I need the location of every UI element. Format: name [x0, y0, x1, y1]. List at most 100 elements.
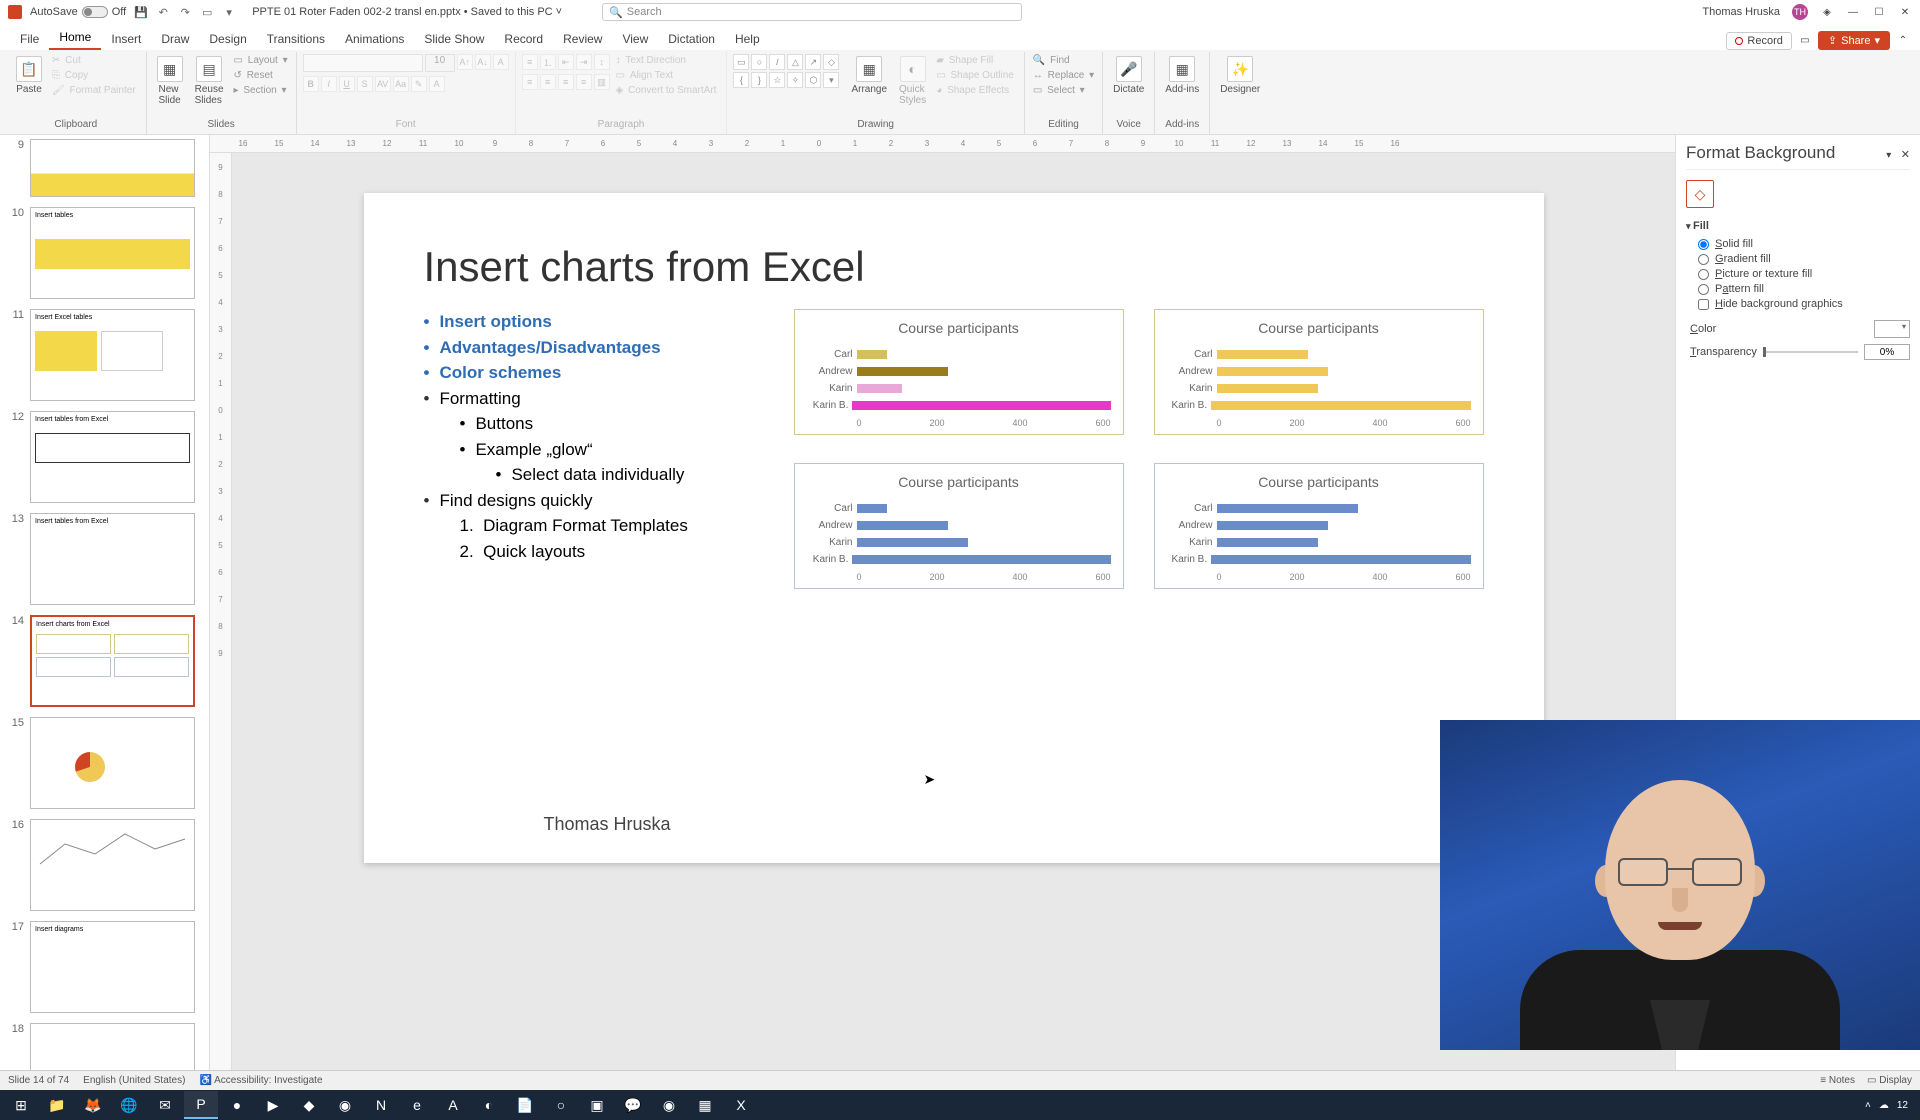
copy-button[interactable]: ⎘ Copy — [50, 69, 140, 82]
tab-help[interactable]: Help — [725, 28, 770, 50]
app-icon-3[interactable]: ◉ — [328, 1091, 362, 1119]
line-spacing-icon[interactable]: ↕ — [594, 54, 610, 70]
slide-footer[interactable]: Thomas Hruska — [544, 814, 671, 835]
tab-transitions[interactable]: Transitions — [257, 28, 335, 50]
tab-animations[interactable]: Animations — [335, 28, 414, 50]
align-center-icon[interactable]: ≡ — [540, 74, 556, 90]
thumb-12[interactable]: 12Insert tables from Excel — [6, 411, 203, 503]
vertical-ruler[interactable]: 9876543210123456789 — [210, 153, 232, 1070]
tab-insert[interactable]: Insert — [101, 28, 151, 50]
app-icon-5[interactable]: ▣ — [580, 1091, 614, 1119]
minimize-icon[interactable]: — — [1846, 5, 1860, 19]
addins-button[interactable]: ▦Add-ins — [1161, 54, 1203, 97]
autosave-toggle[interactable]: AutoSave Off — [30, 6, 126, 18]
outlook-icon[interactable]: ✉ — [148, 1091, 182, 1119]
spacing-icon[interactable]: Aa — [393, 76, 409, 92]
app-icon-6[interactable]: ◉ — [652, 1091, 686, 1119]
columns-icon[interactable]: ▥ — [594, 74, 610, 90]
app-icon-2[interactable]: ◆ — [292, 1091, 326, 1119]
shapes-gallery[interactable]: ▭○/△↗◇{}☆✧⬡▾ — [733, 54, 843, 88]
format-painter-button[interactable]: 🖌 Format Painter — [50, 84, 140, 97]
thumb-15[interactable]: 15 — [6, 717, 203, 809]
redo-icon[interactable]: ↷ — [178, 5, 192, 19]
transparency-slider[interactable] — [1763, 351, 1858, 353]
slide-counter[interactable]: Slide 14 of 74 — [8, 1075, 69, 1086]
italic-icon[interactable]: I — [321, 76, 337, 92]
bullets-icon[interactable]: ≡ — [522, 54, 538, 70]
avatar[interactable]: TH — [1792, 4, 1808, 20]
section-button[interactable]: ▸ Section ▾ — [232, 84, 290, 97]
fill-tab-icon[interactable]: ◇ — [1686, 180, 1714, 208]
paste-button[interactable]: 📋Paste — [12, 54, 46, 97]
reuse-slides-button[interactable]: ▤Reuse Slides — [191, 54, 228, 108]
arrange-button[interactable]: ▦Arrange — [847, 54, 891, 97]
explorer-icon[interactable]: 📁 — [40, 1091, 74, 1119]
chart-3[interactable]: Course participantsCarlAndrewKarinKarin … — [794, 463, 1124, 589]
powerpoint-taskbar-icon[interactable]: P — [184, 1091, 218, 1119]
onenote-icon[interactable]: N — [364, 1091, 398, 1119]
thumb-11[interactable]: 11Insert Excel tables — [6, 309, 203, 401]
shape-outline-button[interactable]: ▭ Shape Outline — [934, 69, 1018, 82]
font-size-input[interactable]: 10 — [425, 54, 455, 72]
clear-format-icon[interactable]: A — [493, 54, 509, 70]
align-left-icon[interactable]: ≡ — [522, 74, 538, 90]
new-slide-button[interactable]: ▦New Slide — [153, 54, 187, 108]
align-right-icon[interactable]: ≡ — [558, 74, 574, 90]
save-icon[interactable]: 💾 — [134, 5, 148, 19]
obs-icon[interactable]: ◐ — [472, 1091, 506, 1119]
align-text-button[interactable]: ▭ Align Text — [614, 69, 721, 82]
notepad-icon[interactable]: 📄 — [508, 1091, 542, 1119]
present-icon[interactable]: ▭ — [1798, 34, 1812, 48]
shape-effects-button[interactable]: ◕ Shape Effects — [934, 84, 1018, 97]
access-icon[interactable]: A — [436, 1091, 470, 1119]
whatsapp-icon[interactable]: 💬 — [616, 1091, 650, 1119]
chart-4[interactable]: Course participantsCarlAndrewKarinKarin … — [1154, 463, 1484, 589]
replace-button[interactable]: ↔ Replace ▾ — [1031, 69, 1096, 82]
teams-icon[interactable]: ◈ — [1820, 5, 1834, 19]
slide-title[interactable]: Insert charts from Excel — [424, 243, 1484, 291]
tab-dictation[interactable]: Dictation — [658, 28, 725, 50]
select-button[interactable]: ▭ Select ▾ — [1031, 84, 1096, 97]
tab-draw[interactable]: Draw — [151, 28, 199, 50]
find-button[interactable]: 🔍 Find — [1031, 54, 1096, 67]
chart-2[interactable]: Course participantsCarlAndrewKarinKarin … — [1154, 309, 1484, 435]
justify-icon[interactable]: ≡ — [576, 74, 592, 90]
thumb-9[interactable]: 9 — [6, 139, 203, 197]
shape-fill-button[interactable]: ▰ Shape Fill — [934, 54, 1018, 67]
cut-button[interactable]: ✂ Cut — [50, 54, 140, 67]
layout-button[interactable]: ▭ Layout ▾ — [232, 54, 290, 67]
slide[interactable]: Insert charts from Excel Insert options … — [364, 193, 1544, 863]
thumb-14[interactable]: 14Insert charts from Excel — [6, 615, 203, 707]
accessibility-label[interactable]: ♿ Accessibility: Investigate — [199, 1075, 322, 1086]
solid-fill-radio[interactable]: Solid fill — [1698, 238, 1910, 250]
language-label[interactable]: English (United States) — [83, 1075, 185, 1086]
close-icon[interactable]: ✕ — [1898, 5, 1912, 19]
from-beginning-icon[interactable]: ▭ — [200, 5, 214, 19]
chrome-icon[interactable]: 🌐 — [112, 1091, 146, 1119]
username-label[interactable]: Thomas Hruska — [1702, 6, 1780, 18]
panel-close-icon[interactable]: ✕ — [1901, 149, 1910, 161]
thumb-13[interactable]: 13Insert tables from Excel — [6, 513, 203, 605]
thumb-16[interactable]: 16 — [6, 819, 203, 911]
tray-chevron-icon[interactable]: ˄ — [1865, 1100, 1871, 1111]
increase-font-icon[interactable]: A↑ — [457, 54, 473, 70]
smartart-button[interactable]: ◈ Convert to SmartArt — [614, 84, 721, 97]
undo-icon[interactable]: ↶ — [156, 5, 170, 19]
collapse-ribbon-icon[interactable]: ⌃ — [1896, 34, 1910, 48]
firefox-icon[interactable]: 🦊 — [76, 1091, 110, 1119]
reset-button[interactable]: ↺ Reset — [232, 69, 290, 82]
indent-dec-icon[interactable]: ⇤ — [558, 54, 574, 70]
thumb-17[interactable]: 17Insert diagrams — [6, 921, 203, 1013]
panel-options-icon[interactable]: ▾ — [1886, 150, 1891, 161]
hide-graphics-check[interactable]: Hide background graphics — [1698, 298, 1910, 310]
gradient-fill-radio[interactable]: Gradient fill — [1698, 253, 1910, 265]
record-button[interactable]: Record — [1726, 32, 1791, 50]
edge-icon[interactable]: e — [400, 1091, 434, 1119]
tab-record[interactable]: Record — [494, 28, 553, 50]
share-button[interactable]: ⇪ Share ▾ — [1818, 31, 1890, 50]
shadow-icon[interactable]: AV — [375, 76, 391, 92]
dictate-button[interactable]: 🎤Dictate — [1109, 54, 1148, 97]
maximize-icon[interactable]: ☐ — [1872, 5, 1886, 19]
underline-icon[interactable]: U — [339, 76, 355, 92]
horizontal-ruler[interactable]: 1615141312111098765432101234567891011121… — [210, 135, 1675, 153]
